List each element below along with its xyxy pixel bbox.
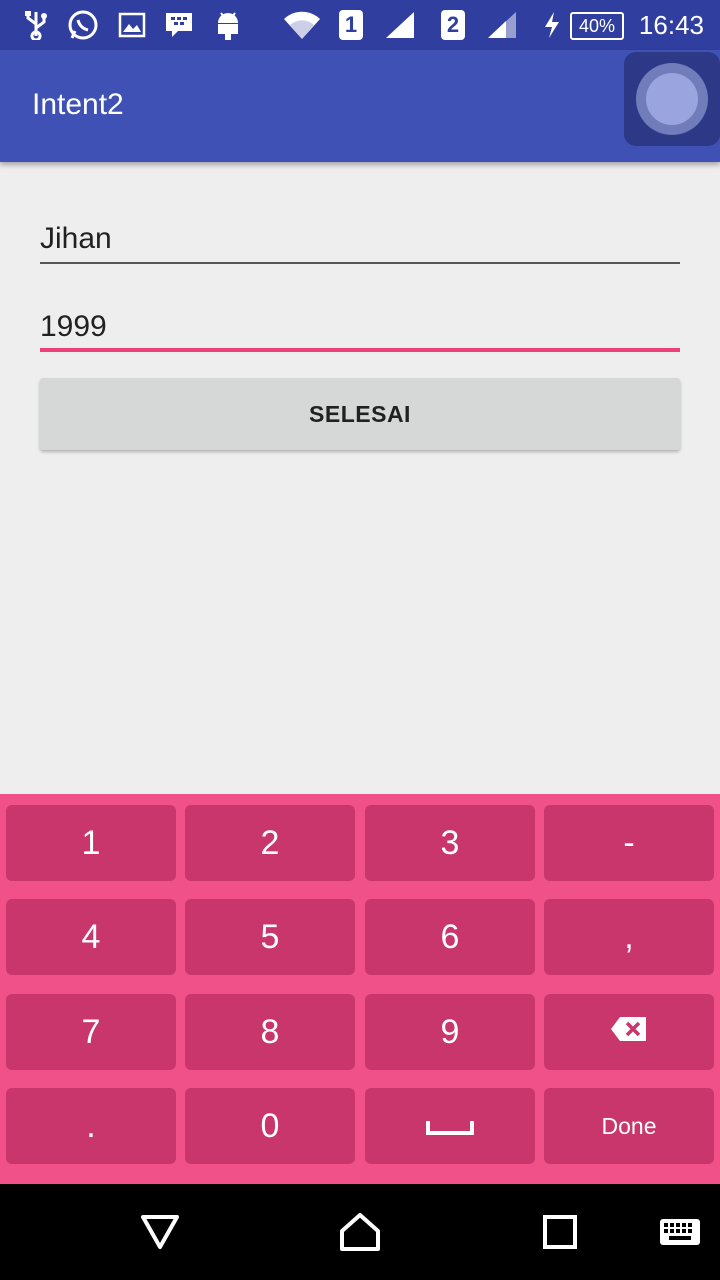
space-icon <box>426 1107 474 1146</box>
key-backspace[interactable] <box>544 994 714 1070</box>
battery-indicator: 40% <box>570 12 624 40</box>
name-underline <box>40 262 680 264</box>
key-1[interactable]: 1 <box>6 805 176 881</box>
selesai-button[interactable]: SELESAI <box>40 378 680 450</box>
keyboard-switch-icon[interactable] <box>652 1206 708 1258</box>
year-input-value: 1999 <box>40 310 107 343</box>
key-7[interactable]: 7 <box>6 994 176 1070</box>
android-icon <box>212 9 244 41</box>
key-5[interactable]: 5 <box>185 899 355 975</box>
key-9[interactable]: 9 <box>365 994 535 1070</box>
status-bar: 1 2 40% 16:43 <box>0 0 720 50</box>
sim1-signal-icon <box>384 9 416 41</box>
clock: 16:43 <box>638 10 704 40</box>
key-space[interactable] <box>365 1088 535 1164</box>
wifi-icon <box>282 9 322 41</box>
bbm-icon <box>163 9 195 41</box>
assistive-ring-icon <box>636 63 708 135</box>
key-8[interactable]: 8 <box>185 994 355 1070</box>
sim1-badge: 1 <box>339 10 363 40</box>
sim2-signal-icon <box>486 9 518 41</box>
name-input-value: Jihan <box>40 222 112 255</box>
key-2[interactable]: 2 <box>185 805 355 881</box>
year-underline <box>40 348 680 352</box>
usb-icon <box>20 9 52 41</box>
home-icon[interactable] <box>332 1206 388 1258</box>
navigation-bar <box>0 1184 720 1280</box>
key-minus[interactable]: - <box>544 805 714 881</box>
app-title: Intent2 <box>32 88 124 121</box>
app-bar: Intent2 <box>0 50 720 162</box>
sim2-badge: 2 <box>441 10 465 40</box>
key-3[interactable]: 3 <box>365 805 535 881</box>
key-6[interactable]: 6 <box>365 899 535 975</box>
backspace-icon <box>610 1013 648 1052</box>
key-4[interactable]: 4 <box>6 899 176 975</box>
key-done[interactable]: Done <box>544 1088 714 1164</box>
key-comma[interactable]: , <box>544 899 714 975</box>
year-field[interactable]: 1999 <box>40 296 680 352</box>
assistive-touch-button[interactable] <box>624 52 720 146</box>
recents-icon[interactable] <box>532 1206 588 1258</box>
key-period[interactable]: . <box>6 1088 176 1164</box>
back-icon[interactable] <box>132 1206 188 1258</box>
whatsapp-icon <box>67 9 99 41</box>
key-0[interactable]: 0 <box>185 1088 355 1164</box>
name-field[interactable]: Jihan <box>40 208 680 264</box>
numeric-keyboard: 1 2 3 - 4 5 6 , 7 8 9 . 0 Done <box>0 794 720 1184</box>
charging-icon <box>540 9 564 41</box>
gallery-icon <box>116 9 148 41</box>
